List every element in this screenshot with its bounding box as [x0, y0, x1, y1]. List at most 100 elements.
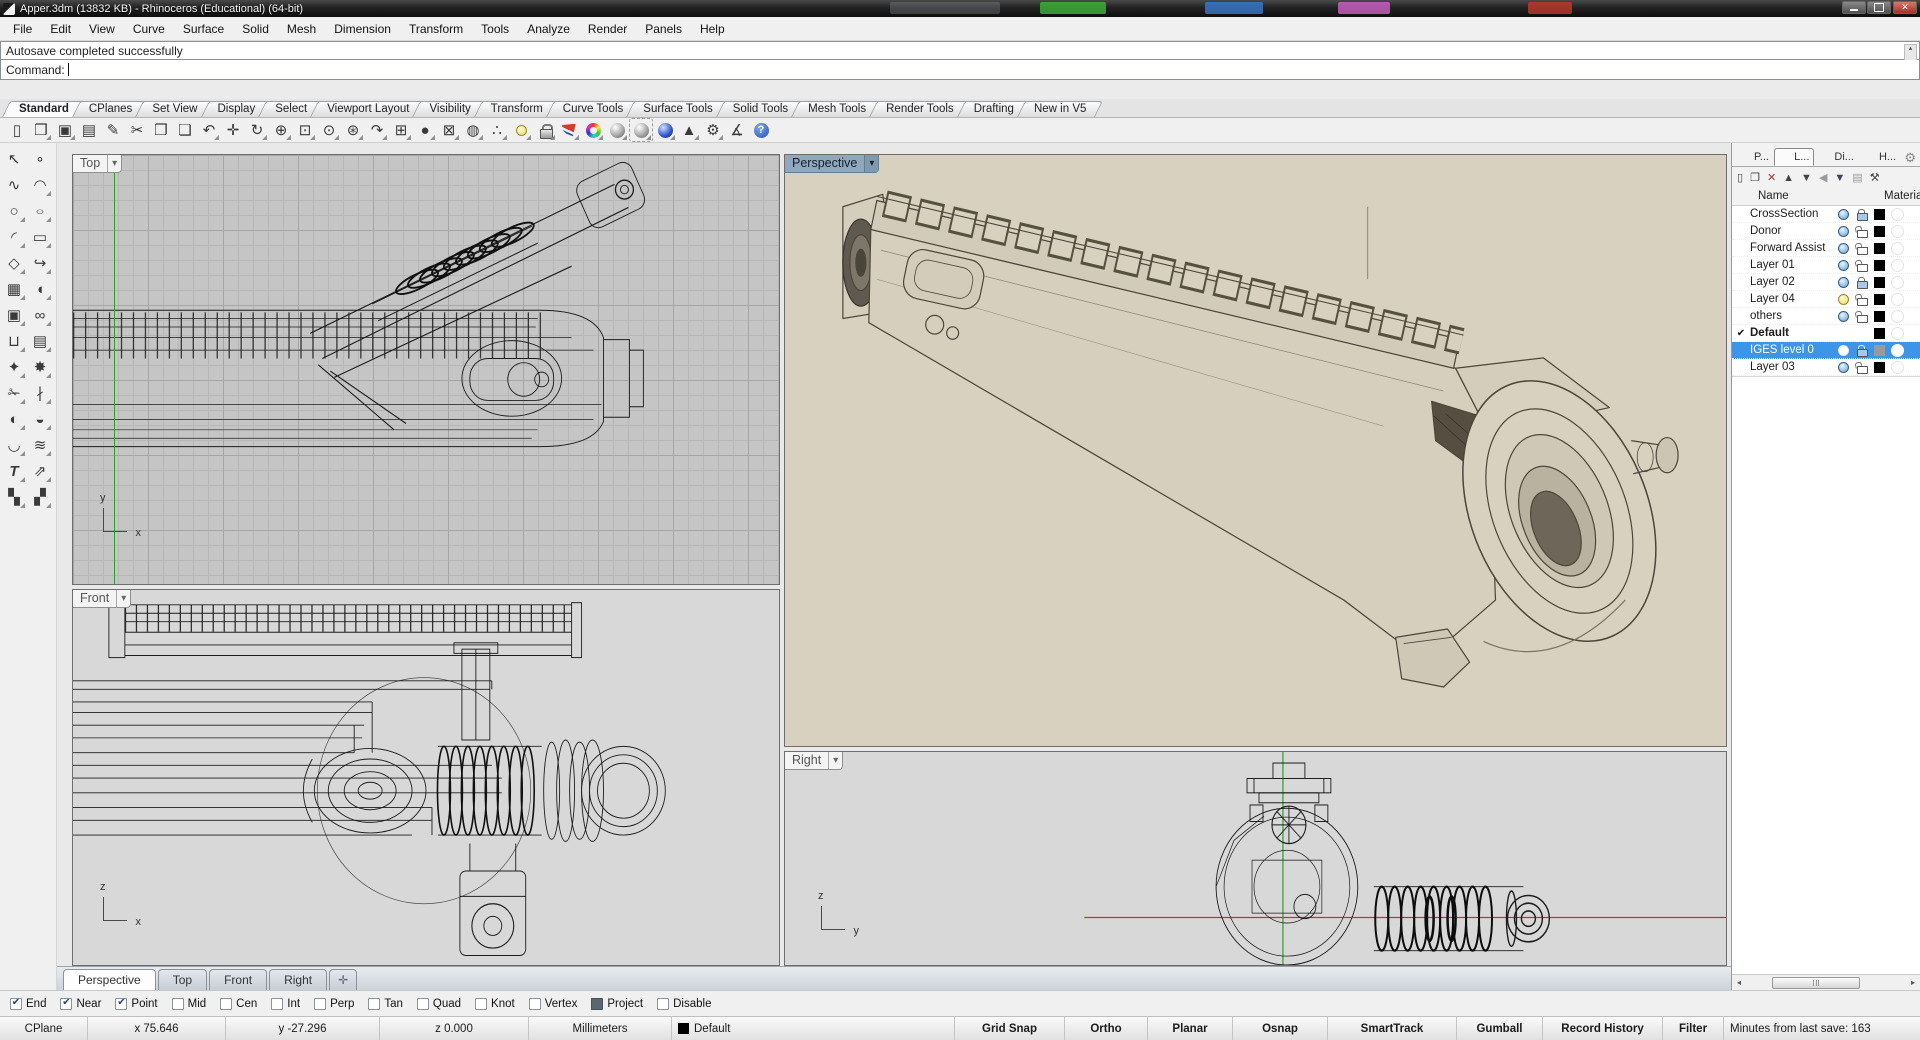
toolbar-tab-set-view[interactable]: Set View — [139, 101, 210, 117]
pan-hand-icon[interactable]: ✛ — [222, 119, 244, 141]
text-icon[interactable]: T — [2, 459, 26, 483]
osnap-toggle-perp[interactable]: Perp — [314, 998, 354, 1010]
layer-shield-icon[interactable] — [558, 119, 580, 141]
status-cell-grid-snap[interactable]: Grid Snap — [955, 1017, 1065, 1040]
status-cell-planar[interactable]: Planar — [1148, 1017, 1233, 1040]
circle-icon[interactable]: ○ — [2, 199, 26, 223]
checkbox[interactable] — [220, 998, 232, 1010]
trim-icon[interactable]: ✁ — [2, 381, 26, 405]
sheet-icon[interactable]: ▤ — [1852, 171, 1862, 184]
page-edit-icon[interactable]: ✎ — [102, 119, 124, 141]
menu-item-render[interactable]: Render — [579, 19, 636, 39]
layer-tools-icon[interactable]: ⚒ — [1870, 171, 1880, 184]
panel-horizontal-scrollbar[interactable] — [1732, 974, 1920, 990]
add-viewport-tab[interactable]: ✛ — [329, 969, 357, 990]
intersect-icon[interactable]: ◒ — [28, 407, 52, 431]
menu-item-analyze[interactable]: Analyze — [518, 19, 579, 39]
lock-icon[interactable] — [1852, 226, 1870, 237]
column-name[interactable]: Name — [1758, 190, 1789, 202]
visibility-bulb-icon[interactable] — [1834, 243, 1852, 254]
render-sphere-icon[interactable] — [606, 119, 628, 141]
checkbox[interactable] — [314, 998, 326, 1010]
maximize-button[interactable] — [1867, 1, 1891, 14]
column-material[interactable]: Material — [1884, 190, 1920, 202]
osnap-toggle-near[interactable]: Near — [60, 998, 101, 1010]
lock-icon[interactable] — [1852, 311, 1870, 322]
status-cell-x-75-646[interactable]: x 75.646 — [88, 1017, 226, 1040]
Layer 04[interactable]: Layer 04 — [1732, 291, 1920, 308]
shaded-sphere-icon[interactable] — [654, 119, 676, 141]
ellipse-icon[interactable]: ○ — [28, 199, 52, 223]
toolbar-tab-solid-tools[interactable]: Solid Tools — [720, 101, 801, 117]
toolbar-tab-visibility[interactable]: Visibility — [416, 101, 483, 117]
viewport-menu-arrow-icon[interactable] — [116, 590, 130, 607]
viewport-menu-arrow-icon[interactable] — [864, 155, 878, 172]
visibility-bulb-icon[interactable] — [1834, 294, 1852, 305]
visibility-bulb-icon[interactable] — [1834, 226, 1852, 237]
zoom-window-icon[interactable]: ⊡ — [294, 119, 316, 141]
osnap-toggle-quad[interactable]: Quad — [417, 998, 461, 1010]
osnap-toggle-int[interactable]: Int — [271, 998, 300, 1010]
viewport-front[interactable]: zx Front — [72, 589, 780, 966]
move-up-icon[interactable]: ▲ — [1783, 172, 1794, 184]
layer-color-swatch[interactable] — [1870, 243, 1888, 254]
checkbox[interactable] — [657, 998, 669, 1010]
options-gear-icon[interactable]: ⚙ — [702, 119, 724, 141]
box-icon[interactable]: ▣ — [2, 303, 26, 327]
toolbar-tab-new-in-v5[interactable]: New in V5 — [1021, 101, 1099, 117]
viewport-perspective[interactable]: Perspective — [784, 154, 1727, 747]
material-icon[interactable] — [1888, 293, 1906, 306]
menu-item-panels[interactable]: Panels — [636, 19, 691, 39]
visibility-bulb-icon[interactable] — [1834, 277, 1852, 288]
panel-gear-icon[interactable]: ⚙ — [1904, 150, 1918, 166]
checkbox[interactable] — [591, 998, 603, 1010]
new-file-icon[interactable]: ▯ — [6, 119, 28, 141]
fillet-icon[interactable]: ◡ — [2, 433, 26, 457]
toolbar-tab-standard[interactable]: Standard — [6, 101, 82, 117]
viewport-menu-arrow-icon[interactable] — [828, 752, 842, 769]
undo-icon[interactable]: ↶ — [198, 119, 220, 141]
Donor[interactable]: Donor — [1732, 223, 1920, 240]
boolean-union-icon[interactable]: ✦ — [2, 355, 26, 379]
menu-item-solid[interactable]: Solid — [233, 19, 278, 39]
blend-curve-icon[interactable]: ↪ — [28, 251, 52, 275]
dimension-icon[interactable]: ∡ — [726, 119, 748, 141]
menu-item-help[interactable]: Help — [691, 19, 734, 39]
help-tab[interactable]: H... — [1859, 148, 1901, 166]
viewport-title-perspective[interactable]: Perspective — [785, 155, 879, 173]
menu-item-tools[interactable]: Tools — [472, 19, 518, 39]
checkbox[interactable] — [60, 998, 72, 1010]
cplane-disc-icon[interactable]: ◍ — [462, 119, 484, 141]
status-cell-cplane[interactable]: CPlane — [0, 1017, 88, 1040]
material-icon[interactable] — [1888, 225, 1906, 238]
command-input[interactable]: Command: — [0, 60, 1920, 80]
menu-item-dimension[interactable]: Dimension — [325, 19, 400, 39]
layer-color-swatch[interactable] — [1870, 362, 1888, 373]
viewport-tab-right[interactable]: Right — [269, 969, 327, 990]
boolean-diff-icon[interactable]: ◐ — [2, 407, 26, 431]
visibility-bulb-icon[interactable] — [1834, 345, 1852, 356]
osnap-toggle-project[interactable]: Project — [591, 998, 643, 1010]
checkbox[interactable] — [475, 998, 487, 1010]
status-cell-gumball[interactable]: Gumball — [1457, 1017, 1543, 1040]
scroll-left-icon[interactable] — [1732, 978, 1746, 987]
visibility-bulb-icon[interactable] — [1834, 328, 1852, 339]
osnap-toggle-mid[interactable]: Mid — [172, 998, 207, 1010]
offset-icon[interactable]: ≋ — [28, 433, 52, 457]
toolbar-tab-curve-tools[interactable]: Curve Tools — [550, 101, 637, 117]
checkbox[interactable] — [115, 998, 127, 1010]
status-cell-record-history[interactable]: Record History — [1543, 1017, 1663, 1040]
material-icon[interactable] — [1888, 242, 1906, 255]
checkbox[interactable] — [271, 998, 283, 1010]
osnap-toggle-tan[interactable]: Tan — [368, 998, 403, 1010]
menu-item-file[interactable]: File — [4, 19, 41, 39]
car-icon[interactable]: ● — [414, 119, 436, 141]
block-icon[interactable]: ▚ — [2, 485, 26, 509]
zoom-dynamic-icon[interactable]: ⊕ — [270, 119, 292, 141]
checkbox[interactable] — [417, 998, 429, 1010]
viewport-title-top[interactable]: Top — [73, 155, 122, 173]
scale-icon[interactable]: ⇗ — [28, 459, 52, 483]
status-cell-millimeters[interactable]: Millimeters — [529, 1017, 672, 1040]
viewport-right[interactable]: zy Right — [784, 751, 1727, 966]
cut-icon[interactable]: ✂ — [126, 119, 148, 141]
